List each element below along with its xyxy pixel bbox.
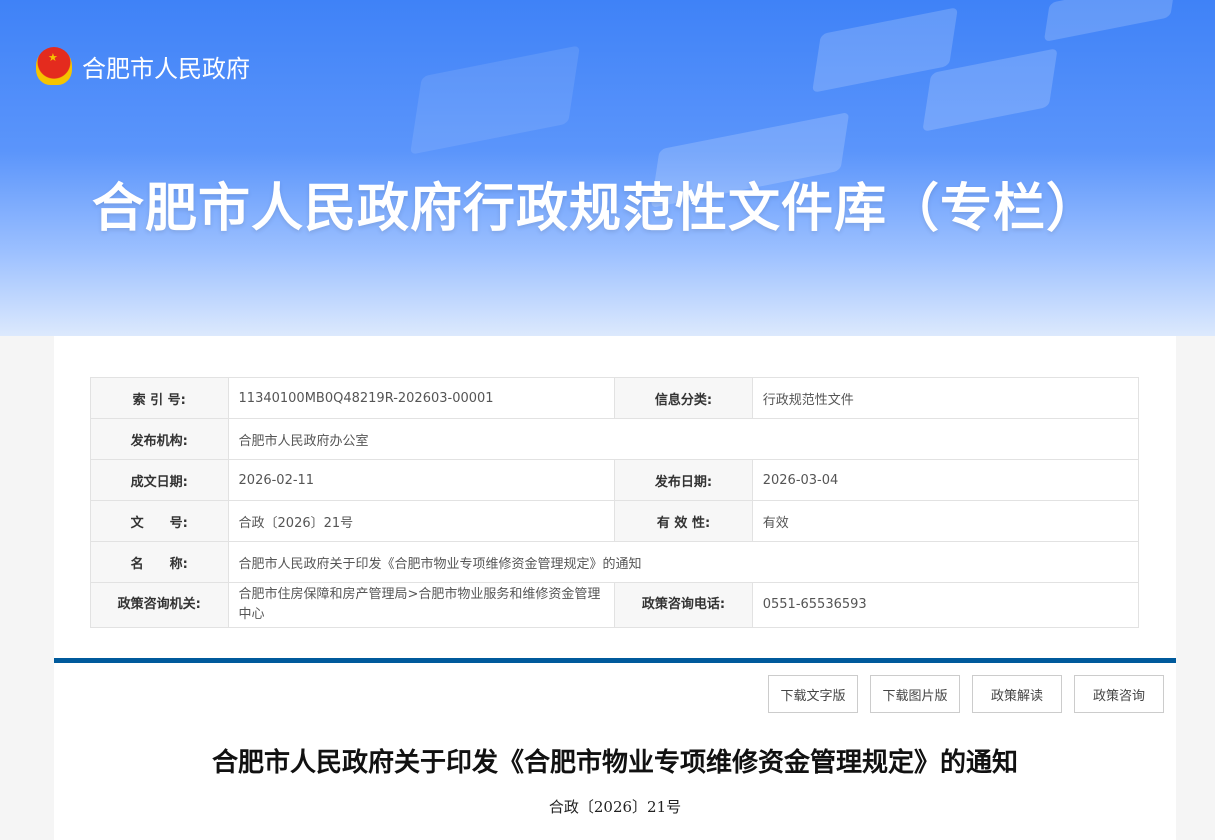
written-date-label: 成文日期:: [90, 459, 229, 501]
consult-org-label: 政策咨询机关:: [90, 582, 229, 628]
accent-divider: [54, 658, 1176, 663]
index-label: 索 引 号:: [90, 377, 229, 419]
document-title: 合肥市人民政府关于印发《合肥市物业专项维修资金管理规定》的通知: [211, 748, 1018, 778]
main-content: 索 引 号: 11340100MB0Q48219R-202603-00001 信…: [54, 336, 1176, 840]
validity-value: 有效: [751, 500, 1140, 542]
docno-label: 文 号:: [90, 500, 229, 542]
table-row: 文 号: 合政〔2026〕21号 有 效 性: 有效: [90, 500, 1140, 542]
table-row: 发布机构: 合肥市人民政府办公室: [90, 418, 1140, 460]
policy-interpretation-button[interactable]: 政策解读: [972, 675, 1062, 713]
decoration: [410, 45, 580, 155]
published-date-label: 发布日期:: [614, 459, 753, 501]
header-banner: 合肥市人民政府 合肥市人民政府行政规范性文件库（专栏）: [0, 0, 1215, 336]
index-value: 11340100MB0Q48219R-202603-00001: [227, 377, 616, 419]
published-date-value: 2026-03-04: [751, 459, 1140, 501]
site-name: 合肥市人民政府: [82, 54, 250, 83]
policy-consultation-button[interactable]: 政策咨询: [1074, 675, 1164, 713]
download-text-button[interactable]: 下载文字版: [768, 675, 858, 713]
consult-phone-value: 0551-65536593: [751, 582, 1140, 628]
category-label: 信息分类:: [614, 377, 753, 419]
written-date-value: 2026-02-11: [227, 459, 616, 501]
national-emblem-icon: [36, 47, 72, 85]
table-row: 政策咨询机关: 合肥市住房保障和房产管理局>合肥市物业服务和维修资金管理中心 政…: [90, 582, 1140, 628]
publisher-label: 发布机构:: [90, 418, 229, 460]
document-number: 合政〔2026〕21号: [548, 798, 682, 816]
name-value: 合肥市人民政府关于印发《合肥市物业专项维修资金管理规定》的通知: [227, 541, 1140, 583]
table-row: 名 称: 合肥市人民政府关于印发《合肥市物业专项维修资金管理规定》的通知: [90, 541, 1140, 583]
category-value: 行政规范性文件: [751, 377, 1140, 419]
table-row: 索 引 号: 11340100MB0Q48219R-202603-00001 信…: [90, 377, 1140, 419]
banner-title: 合肥市人民政府行政规范性文件库（专栏）: [92, 179, 1100, 239]
document-info-table: 索 引 号: 11340100MB0Q48219R-202603-00001 信…: [90, 377, 1140, 628]
table-row: 成文日期: 2026-02-11 发布日期: 2026-03-04: [90, 459, 1140, 501]
consult-org-value: 合肥市住房保障和房产管理局>合肥市物业服务和维修资金管理中心: [227, 582, 616, 628]
validity-label: 有 效 性:: [614, 500, 753, 542]
site-logo[interactable]: 合肥市人民政府: [36, 47, 250, 85]
publisher-value: 合肥市人民政府办公室: [227, 418, 1140, 460]
consult-phone-label: 政策咨询电话:: [614, 582, 753, 628]
docno-value: 合政〔2026〕21号: [227, 500, 616, 542]
name-label: 名 称:: [90, 541, 229, 583]
decoration: [1043, 0, 1177, 43]
download-image-button[interactable]: 下载图片版: [870, 675, 960, 713]
